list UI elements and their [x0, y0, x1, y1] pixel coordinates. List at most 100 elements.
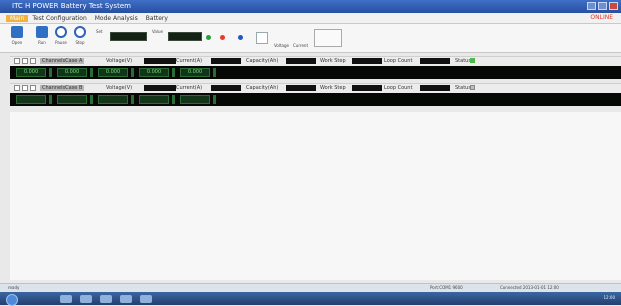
- data-cell: 0.000: [139, 68, 169, 77]
- red-status-icon: [220, 35, 225, 40]
- set-field[interactable]: [110, 32, 147, 41]
- cell-separator: [172, 68, 175, 77]
- value-field[interactable]: [168, 32, 202, 41]
- cell-separator: [90, 68, 93, 77]
- main-content-area: [10, 112, 621, 280]
- menu-bar: Main Test Configuration Mode Analysis Ba…: [0, 13, 621, 24]
- channel-header-row: ChannelsCase B Voltage(V) Current(A) Cap…: [10, 83, 621, 93]
- taskbar-app-icon[interactable]: [120, 295, 132, 303]
- voltage-readout: [144, 58, 176, 64]
- open-button[interactable]: Open: [10, 26, 24, 48]
- menu-item-battery[interactable]: Battery: [142, 15, 172, 22]
- taskbar-app-icon[interactable]: [140, 295, 152, 303]
- cell-separator: [90, 95, 93, 104]
- taskbar-app-icon[interactable]: [100, 295, 112, 303]
- workstep-col-label: Work Step: [320, 85, 346, 91]
- data-cell: [139, 95, 169, 104]
- window-titlebar: ITC H POWER Battery Test System: [0, 0, 621, 13]
- run-button[interactable]: Run: [35, 26, 49, 48]
- channel-label: ChannelsCase B: [40, 85, 85, 91]
- status-indicator: [470, 85, 475, 90]
- status-port-text: Port:COM1 9600: [430, 285, 463, 290]
- cell-separator: [172, 95, 175, 104]
- current-col-label: Current(A): [176, 58, 203, 64]
- expand-icon[interactable]: [14, 58, 20, 64]
- data-cell: 0.000: [16, 68, 46, 77]
- status-col-label: Status: [455, 85, 471, 91]
- green-status-icon: [206, 35, 211, 40]
- window-title: ITC H POWER Battery Test System: [12, 2, 131, 10]
- voltage-readout: [144, 85, 176, 91]
- cell-separator: [131, 68, 134, 77]
- channel-label: ChannelsCase A: [40, 58, 85, 64]
- stop-button[interactable]: Stop: [73, 26, 87, 48]
- pause-button[interactable]: Pause: [54, 26, 68, 48]
- loopcount-col-label: Loop Count: [384, 85, 413, 91]
- status-col-label: Status: [455, 58, 471, 64]
- value-label: Value: [152, 29, 163, 34]
- data-cell: [16, 95, 46, 104]
- voltage-col-label: Voltage(V): [106, 85, 133, 91]
- select-icon[interactable]: [30, 58, 36, 64]
- cell-separator: [213, 95, 216, 104]
- workstep-readout: [352, 85, 382, 91]
- current-label: Current: [293, 43, 309, 48]
- stop-icon: [74, 26, 86, 38]
- status-left-text: ready: [8, 285, 20, 290]
- loopcount-col-label: Loop Count: [384, 58, 413, 64]
- taskbar-app-icon[interactable]: [60, 295, 72, 303]
- cell-separator: [213, 68, 216, 77]
- pause-icon: [55, 26, 67, 38]
- maximize-button[interactable]: [598, 2, 607, 10]
- chart-icon[interactable]: [256, 32, 268, 44]
- menu-item-mode[interactable]: Mode Analysis: [91, 15, 142, 22]
- workstep-readout: [352, 58, 382, 64]
- capacity-col-label: Capacity(Ah): [246, 85, 279, 91]
- voltage-col-label: Voltage(V): [106, 58, 133, 64]
- close-button[interactable]: [609, 2, 618, 10]
- connection-status: ONLINE: [590, 14, 613, 21]
- status-right-text: Connected 2013-01-01 12:00: [500, 285, 559, 290]
- channel-header-row: ChannelsCase A Voltage(V) Current(A) Cap…: [10, 56, 621, 66]
- current-readout: [211, 85, 241, 91]
- cell-separator: [131, 95, 134, 104]
- data-cell: 0.000: [57, 68, 87, 77]
- current-col-label: Current(A): [176, 85, 203, 91]
- taskbar-app-icon[interactable]: [80, 295, 92, 303]
- cell-separator: [49, 95, 52, 104]
- capacity-readout: [286, 85, 316, 91]
- data-cell: [98, 95, 128, 104]
- collapse-icon[interactable]: [22, 85, 28, 91]
- channel-data-row: [10, 93, 621, 106]
- start-button[interactable]: [6, 294, 18, 306]
- cell-separator: [49, 68, 52, 77]
- collapse-icon[interactable]: [22, 58, 28, 64]
- play-icon: [36, 26, 48, 38]
- channel-data-row: 0.000 0.000 0.000 0.000 0.000: [10, 66, 621, 79]
- data-cell: [57, 95, 87, 104]
- voltage-label: Voltage: [274, 43, 290, 48]
- capacity-col-label: Capacity(Ah): [246, 58, 279, 64]
- data-cell: 0.000: [180, 68, 210, 77]
- workstep-col-label: Work Step: [320, 58, 346, 64]
- status-bar: ready Port:COM1 9600 Connected 2013-01-0…: [0, 283, 621, 292]
- preview-box[interactable]: [314, 29, 342, 47]
- select-icon[interactable]: [30, 85, 36, 91]
- taskbar: 12:00: [0, 292, 621, 306]
- loopcount-readout: [420, 85, 450, 91]
- capacity-readout: [286, 58, 316, 64]
- current-readout: [211, 58, 241, 64]
- minimize-button[interactable]: [587, 2, 596, 10]
- blue-status-icon: [238, 35, 243, 40]
- set-label: Set: [96, 29, 103, 34]
- system-tray-clock: 12:00: [603, 295, 615, 300]
- loopcount-readout: [420, 58, 450, 64]
- toolbar: Open Run Pause Stop Set Value Voltage Cu…: [0, 24, 621, 53]
- folder-icon: [11, 26, 23, 38]
- menu-item-config[interactable]: Test Configuration: [28, 15, 90, 22]
- menu-main[interactable]: Main: [6, 14, 29, 22]
- data-cell: [180, 95, 210, 104]
- expand-icon[interactable]: [14, 85, 20, 91]
- status-indicator: [470, 58, 475, 63]
- data-cell: 0.000: [98, 68, 128, 77]
